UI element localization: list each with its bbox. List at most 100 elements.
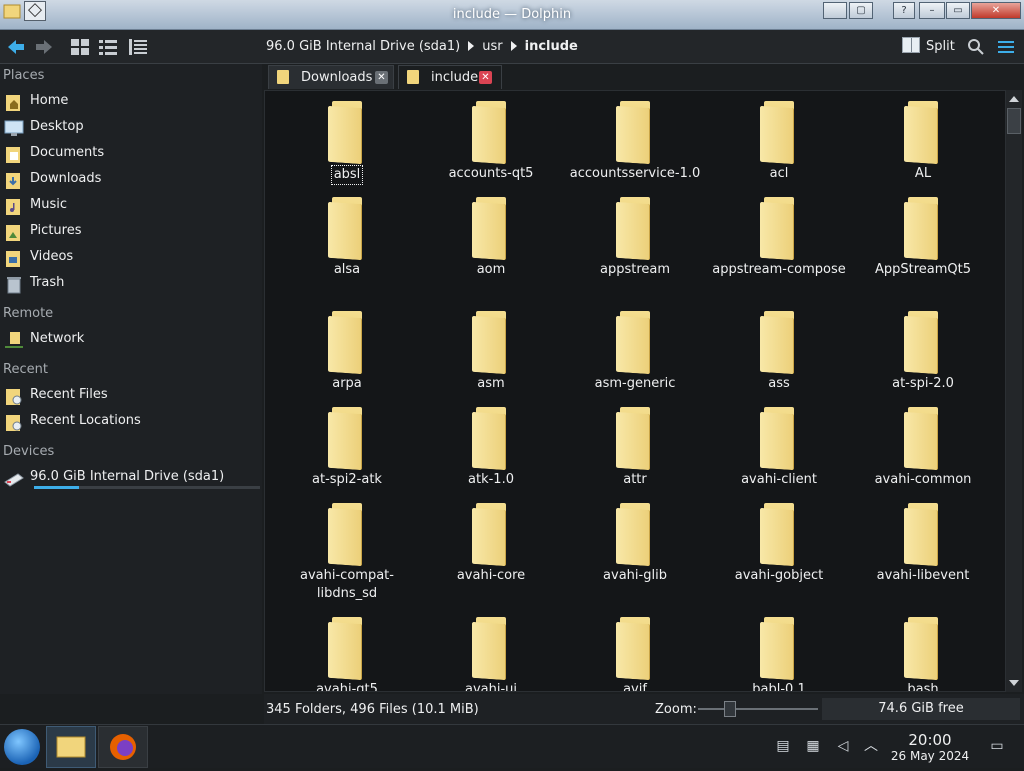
folder-item[interactable]: appstream [565,197,705,279]
folder-item[interactable]: AL [853,101,993,183]
hamburger-menu-icon[interactable] [996,38,1016,56]
sidebar-item-label: Trash [30,275,65,290]
window-titlebar[interactable]: include — Dolphin ▢ ? – ▭ ✕ [0,0,1024,30]
folder-item[interactable]: babl-0.1 [709,617,849,691]
maximize-button[interactable]: ▭ [946,2,970,19]
folder-item[interactable]: avahi-qt5 [277,617,417,691]
icons-view-icon[interactable] [70,38,90,56]
folder-name: asm-generic [594,376,676,391]
folder-icon [904,407,942,471]
sidebar-item-pictures[interactable]: Pictures [4,220,256,244]
desktop-icon [4,120,24,136]
show-desktop-icon[interactable]: ▭ [988,737,1006,755]
sidebar-item-documents[interactable]: Documents [4,142,256,166]
help-button[interactable]: ? [893,2,915,19]
scrollbar-thumb[interactable] [1007,108,1021,134]
sidebar-item-music[interactable]: Music [4,194,256,218]
folder-item[interactable]: accountsservice-1.0 [565,101,705,183]
folder-item[interactable]: bash [853,617,993,691]
breadcrumb-usr[interactable]: usr [482,39,502,54]
folder-name: alsa [333,262,361,277]
folder-item[interactable]: atk-1.0 [421,407,561,489]
close-tab-icon[interactable]: ✕ [479,71,492,84]
file-view[interactable]: absl accounts-qt5 accountsservice-1.0 acl AL… [264,90,1006,692]
recent-header: Recent [3,362,48,377]
sidebar-item-label: Videos [30,249,74,264]
folder-item[interactable]: aom [421,197,561,279]
scroll-down-arrow-icon[interactable] [1009,680,1019,686]
back-arrow-icon[interactable] [6,38,26,56]
chevron-right-icon[interactable] [468,41,475,51]
clock-date: 26 May 2024 [890,749,970,763]
folder-item[interactable]: asm [421,311,561,393]
tab-include[interactable]: include ✕ [398,65,502,89]
folder-item[interactable]: avahi-ui [421,617,561,692]
folder-item[interactable]: accounts-qt5 [421,101,561,183]
vertical-scrollbar[interactable] [1006,90,1022,692]
folder-name: avahi-libevent [876,568,970,583]
close-tab-icon[interactable]: ✕ [375,71,388,84]
folder-item[interactable]: absl [277,101,417,185]
breadcrumb-drive[interactable]: 96.0 GiB Internal Drive (sda1) [266,39,460,54]
chevron-right-icon[interactable] [510,41,517,51]
folder-name: avahi-ui [464,682,518,692]
breadcrumb-include[interactable]: include [525,39,578,54]
clock[interactable]: 20:00 26 May 2024 [884,732,976,764]
folder-item[interactable]: ass [709,311,849,393]
volume-muted-icon[interactable]: ◁ [834,737,852,755]
folder-item[interactable]: avahi-core [421,503,561,585]
taskbar-file-manager[interactable] [46,726,96,768]
split-button[interactable]: Split [902,37,955,57]
zoom-slider[interactable] [698,708,818,710]
sidebar-item-internal-drive[interactable]: 96.0 GiB Internal Drive (sda1) [4,466,260,490]
tab-downloads[interactable]: Downloads ✕ [268,65,394,89]
start-menu-icon[interactable] [4,729,40,765]
sidebar-item-desktop[interactable]: Desktop [4,116,256,140]
drive-capacity-bar [34,486,260,489]
search-icon[interactable] [966,38,986,56]
folder-item[interactable]: avahi-glib [565,503,705,585]
scroll-up-arrow-icon[interactable] [1009,96,1019,102]
folder-name: at-spi-2.0 [892,376,954,391]
sidebar-item-home[interactable]: Home [4,90,256,114]
folder-icon [328,101,366,165]
folder-item[interactable]: avahi-client [709,407,849,489]
folder-item[interactable]: asm-generic [565,311,705,393]
folder-icon [472,311,510,375]
sidebar-item-label: Recent Locations [30,413,141,428]
forward-arrow-icon[interactable] [34,38,54,56]
folder-item[interactable]: AppStreamQt5 [853,197,993,279]
notes-icon[interactable]: ▦ [804,737,822,755]
details-view-icon[interactable] [128,38,148,56]
folder-item[interactable]: avahi-compat-libdns_sd [277,503,417,603]
sidebar-item-trash[interactable]: Trash [4,272,256,296]
keep-above-button[interactable]: ▢ [849,2,873,19]
folder-icon [904,101,942,165]
folder-item[interactable]: appstream-compose [709,197,849,279]
folder-item[interactable]: arpa [277,311,417,393]
folder-item[interactable]: avahi-gobject [709,503,849,585]
free-space-indicator[interactable]: 74.6 GiB free [822,698,1020,720]
taskbar-firefox[interactable] [98,726,148,768]
sidebar-item-downloads[interactable]: Downloads [4,168,256,192]
folder-item[interactable]: attr [565,407,705,489]
folder-item[interactable]: at-spi2-atk [277,407,417,489]
compact-view-icon[interactable] [98,38,118,56]
sidebar-item-recent-files[interactable]: Recent Files [4,384,256,408]
folder-item[interactable]: avif [565,617,705,691]
folder-name: appstream-compose [712,262,846,277]
folder-item[interactable]: avahi-common [853,407,993,489]
minimize-button[interactable]: – [919,2,945,19]
zoom-slider-handle[interactable] [724,701,736,717]
clipboard-icon[interactable]: ▤ [774,737,792,755]
sidebar-item-recent-locations[interactable]: Recent Locations [4,410,256,434]
folder-item[interactable]: acl [709,101,849,183]
sidebar-item-network[interactable]: Network [4,328,256,352]
folder-item[interactable]: at-spi-2.0 [853,311,993,393]
close-button[interactable]: ✕ [971,2,1021,19]
folder-item[interactable]: avahi-libevent [853,503,993,585]
sidebar-item-videos[interactable]: Videos [4,246,256,270]
folder-item[interactable]: alsa [277,197,417,279]
minimize-all-button[interactable] [823,2,847,19]
chevron-up-icon[interactable]: ︿ [862,737,880,755]
